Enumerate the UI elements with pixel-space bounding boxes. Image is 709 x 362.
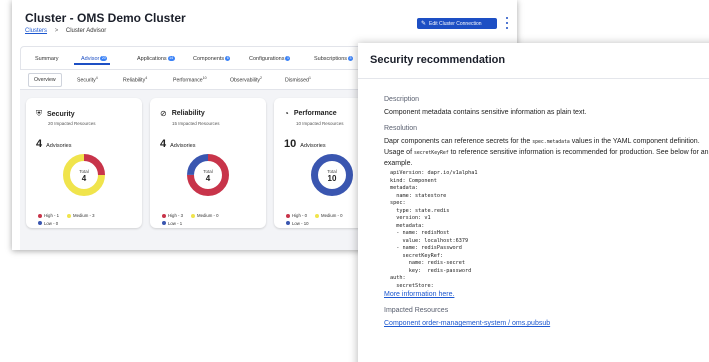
resolution-heading: Resolution: [384, 125, 418, 132]
tab-badge: 3: [348, 56, 353, 61]
tab-applications[interactable]: Applications 14: [137, 56, 175, 62]
breadcrumb-separator: >: [54, 28, 59, 34]
breadcrumb-current: Cluster Advisor: [65, 28, 107, 34]
gauge-icon: ◔: [284, 109, 289, 118]
donut-chart: Total 4: [187, 154, 229, 196]
card-title: Security: [47, 110, 75, 118]
advisory-count: 4: [160, 138, 167, 150]
card-title: Reliability: [171, 110, 205, 117]
legend-item: Low - 0: [38, 220, 58, 227]
panel-header: Security recommendation: [358, 43, 709, 79]
subtab-dismissed[interactable]: Dismissed1: [285, 76, 311, 84]
legend-item: High - 3: [162, 212, 183, 219]
panel-title: Security recommendation: [370, 54, 506, 66]
card-subtitle: 15 Impacted Resources: [172, 121, 220, 126]
description-heading: Description: [384, 96, 420, 103]
legend-item: Medium - 0: [191, 212, 219, 219]
tab-badge: 6: [225, 56, 231, 61]
advisory-count: 10: [284, 138, 297, 150]
reliability-card[interactable]: ⊘ Reliability 15 Impacted Resources 4 Advi…: [150, 98, 266, 228]
medium-dot-icon: [315, 213, 320, 218]
subtab-overview[interactable]: Overview: [28, 73, 62, 87]
donut-chart: Total 4: [63, 154, 105, 196]
donut-total-value: 4: [82, 174, 87, 183]
edit-cluster-connection-button[interactable]: ✎ Edit Cluster Connection: [417, 18, 497, 29]
subtab-reliability[interactable]: Reliability4: [123, 76, 147, 84]
donut-total-value: 10: [328, 174, 337, 183]
donut-total-value: 4: [206, 174, 211, 183]
yaml-code-block: apiVersion: dapr.io/v1alpha1 kind: Compo…: [390, 170, 478, 289]
advisory-count: 4: [36, 138, 43, 150]
high-dot-icon: [162, 213, 166, 218]
card-subtitle: 20 Impacted Resources: [48, 121, 96, 126]
edit-cluster-connection-label: Edit Cluster Connection: [429, 20, 482, 27]
tab-badge: 20: [100, 56, 108, 61]
card-title: Performance: [293, 110, 337, 117]
resolution-text-1: Dapr components can reference secrets fo…: [384, 138, 700, 145]
more-options-icon[interactable]: [505, 17, 509, 29]
tab-configurations[interactable]: Configurations 1: [249, 56, 291, 62]
low-dot-icon: [286, 221, 290, 225]
chart-legend: High - 3 Medium - 0 Low - 1: [162, 212, 227, 227]
resolution-text-2: Usage of secretKeyRef to reference sensi…: [384, 149, 709, 167]
tab-badge: 1: [285, 56, 291, 61]
subtab-performance[interactable]: Performance10: [173, 76, 207, 84]
description-text: Component metadata contains sensitive in…: [384, 109, 587, 116]
advisory-count-label: Advisories: [170, 143, 196, 149]
low-dot-icon: [38, 221, 42, 225]
advisory-count-label: Advisories: [46, 143, 72, 149]
legend-item: High - 0: [286, 212, 307, 219]
tab-components[interactable]: Components 6: [193, 56, 231, 62]
security-recommendation-panel: Security recommendation Description Comp…: [358, 43, 709, 362]
check-circle-icon: ⊘: [160, 109, 167, 118]
low-dot-icon: [162, 221, 166, 225]
high-dot-icon: [286, 213, 290, 218]
legend-item: Low - 10: [286, 220, 308, 227]
chart-legend: High - 0 Medium - 0 Low - 10: [286, 212, 351, 227]
legend-item: High - 1: [38, 212, 59, 219]
panel-body: Description Component metadata contains …: [384, 95, 709, 329]
breadcrumb-clusters-link[interactable]: Clusters: [25, 28, 47, 34]
inline-code: secretKeyRef: [413, 151, 449, 156]
tab-subscriptions[interactable]: Subscriptions 3: [314, 56, 353, 62]
security-card[interactable]: ⛨ Security 20 Impacted Resources 4 Advisor…: [26, 98, 142, 228]
tab-summary[interactable]: Summary: [35, 56, 59, 62]
breadcrumb: Clusters > Cluster Advisor: [25, 28, 106, 34]
shield-icon: ⛨: [36, 109, 42, 118]
medium-dot-icon: [191, 213, 196, 218]
page-title: Cluster - OMS Demo Cluster: [25, 11, 186, 25]
chart-legend: High - 1 Medium - 3 Low - 0: [38, 212, 103, 227]
inline-code: spec.metadata: [532, 140, 570, 145]
legend-item: Medium - 3: [67, 212, 95, 219]
medium-dot-icon: [67, 213, 72, 218]
advisory-count-label: Advisories: [300, 143, 326, 149]
donut-chart: Total 10: [311, 154, 353, 196]
legend-item: Medium - 0: [315, 212, 343, 219]
more-information-link[interactable]: More information here.: [384, 290, 709, 300]
tab-badge: 14: [167, 56, 175, 61]
impacted-resources-heading: Impacted Resources: [384, 307, 449, 314]
subtab-observability[interactable]: Observability2: [230, 76, 262, 84]
active-tab-indicator: [74, 63, 110, 65]
impacted-resource-link[interactable]: Component order-management-system / oms.…: [384, 319, 709, 329]
high-dot-icon: [38, 213, 42, 218]
card-subtitle: 10 Impacted Resources: [296, 121, 344, 126]
tab-advisor[interactable]: Advisor 20: [81, 56, 108, 62]
pencil-icon: ✎: [421, 21, 427, 27]
subtab-security[interactable]: Security4: [77, 76, 98, 84]
legend-item: Low - 1: [162, 220, 182, 227]
